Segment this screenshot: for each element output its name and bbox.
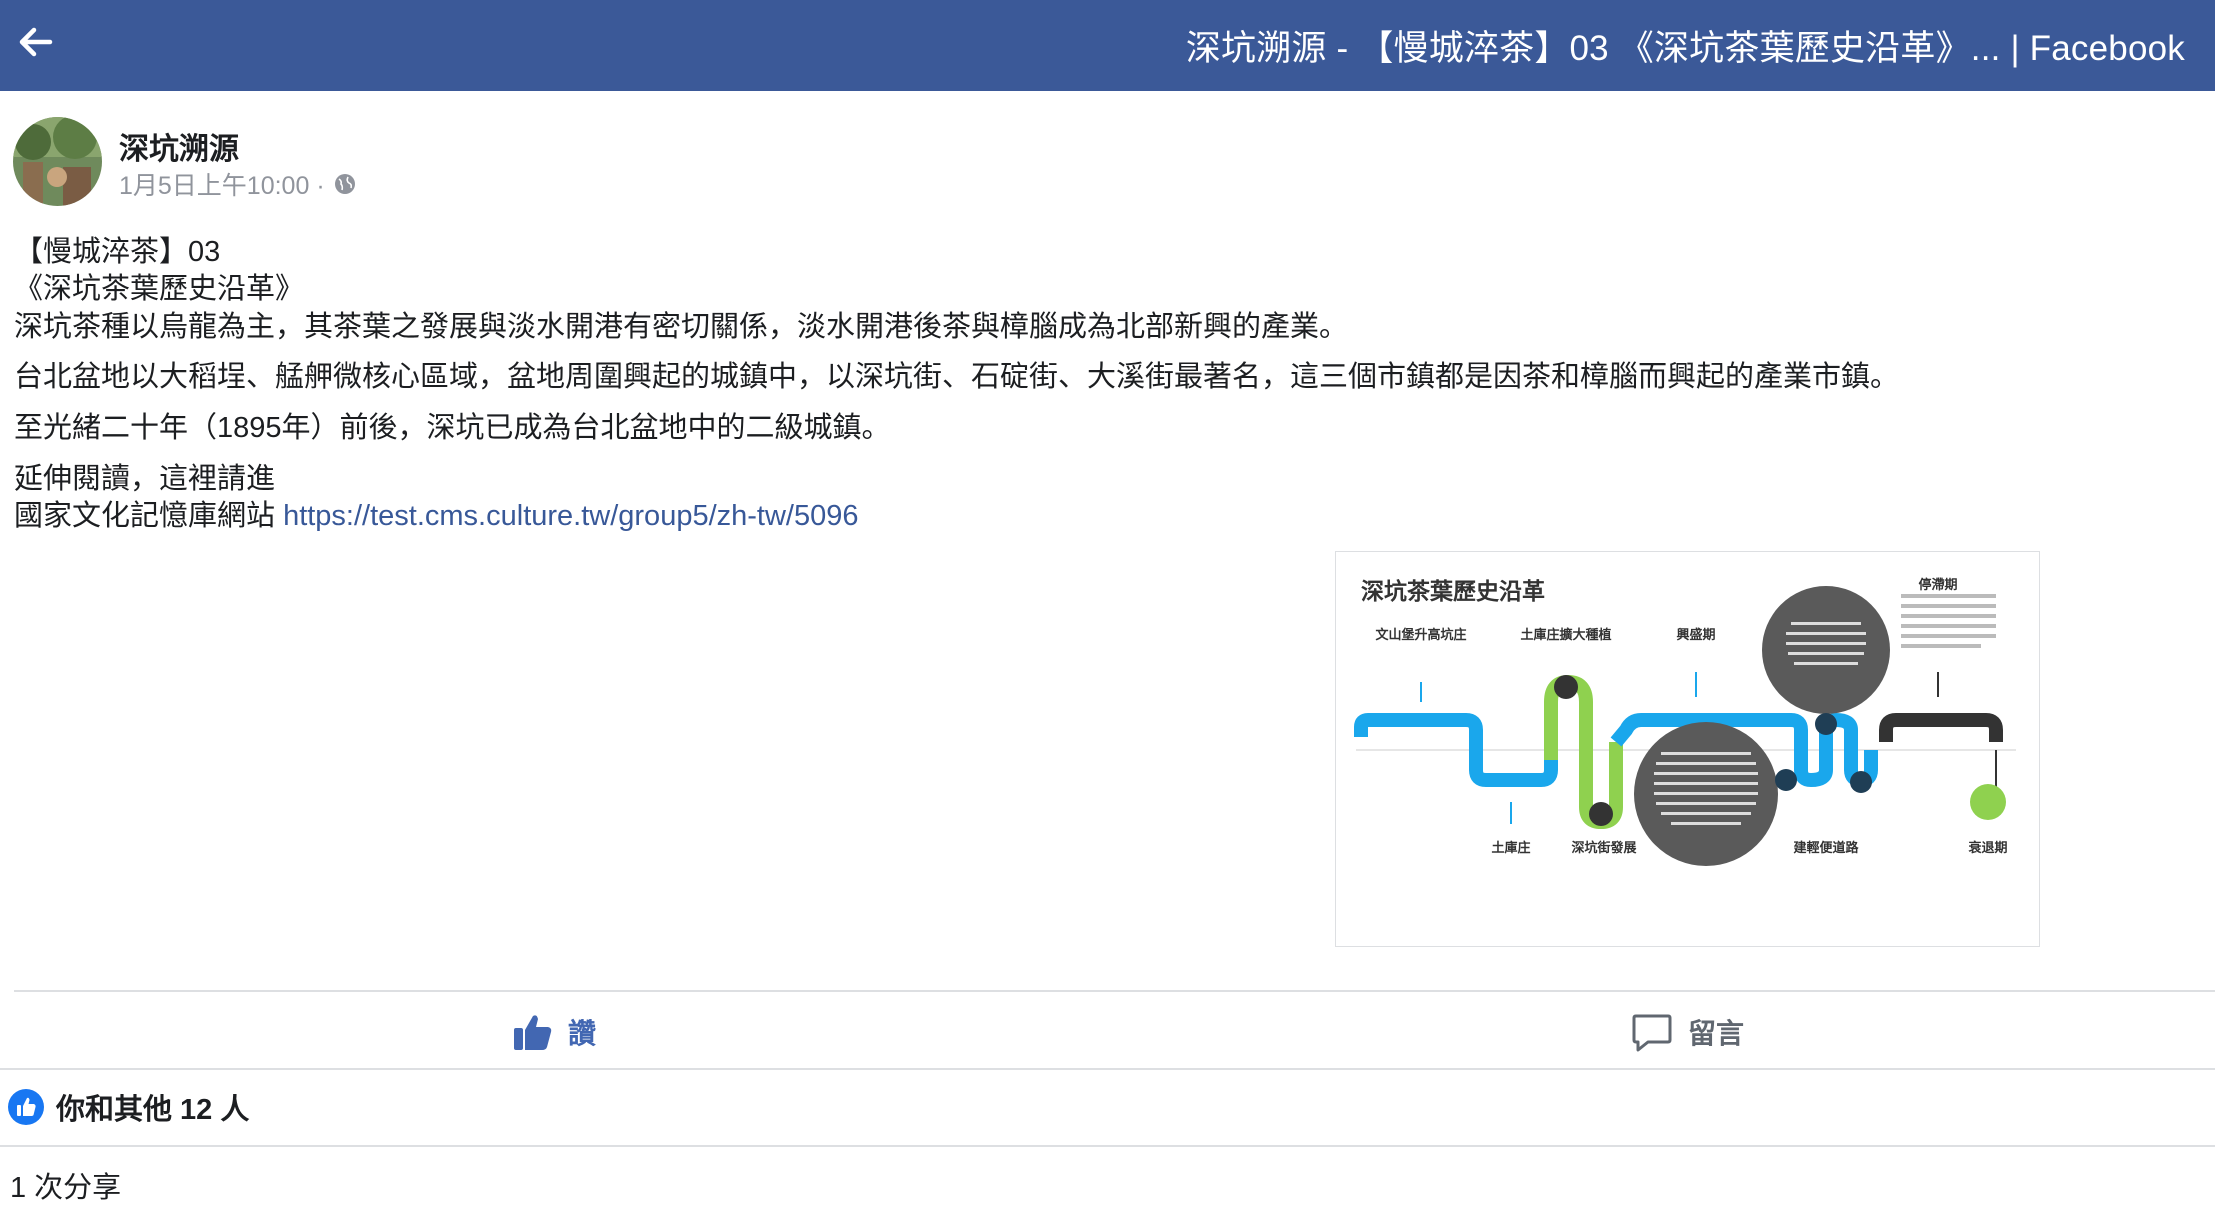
- post-link-line: 國家文化記憶庫網站 https://test.cms.culture.tw/gr…: [14, 492, 859, 534]
- post-meta: 1月5日上午10:00 ·: [119, 166, 357, 202]
- post-line: 延伸閱讀，這裡請進: [14, 463, 276, 495]
- globe-icon[interactable]: [333, 172, 357, 196]
- reactions-text: 你和其他 12 人: [56, 1094, 250, 1126]
- post-author[interactable]: 深坑溯源: [119, 124, 239, 168]
- post-line: 【慢城淬茶】03: [14, 236, 221, 268]
- post-line: 台北盆地以大稻埕、艋舺微核心區域，盆地周圍興起的城鎮中，以深坑街、石碇街、大溪街…: [14, 361, 1900, 393]
- like-reaction-icon: [8, 1089, 44, 1125]
- arrow-left-icon: [19, 27, 53, 57]
- divider: [0, 1068, 2215, 1070]
- divider: [14, 990, 2215, 992]
- infographic-label: 土庫庄: [1491, 840, 1531, 855]
- infographic-label: 興盛期: [1676, 627, 1716, 642]
- like-label: 讚: [568, 1018, 597, 1049]
- post-line: 深坑茶種以烏龍為主，其茶葉之發展與淡水開港有密切關係，淡水開港後茶與樟腦成為北部…: [14, 311, 1349, 343]
- comment-label: 留言: [1688, 1018, 1745, 1049]
- back-button[interactable]: [14, 20, 58, 64]
- reactions-summary[interactable]: 你和其他 12 人: [8, 1086, 249, 1128]
- comment-button[interactable]: 留言: [1630, 1010, 1744, 1054]
- post-image-infographic[interactable]: 深坑茶葉歷史沿革 文山堡升高坑庄 土庫庄擴大種植 興盛期 停滯期 土庫庄 深坑街…: [1335, 551, 2040, 947]
- post-line: 至光緒二十年（1895年）前後，深坑已成為台北盆地中的二級城鎮。: [14, 412, 891, 444]
- external-link[interactable]: https://test.cms.culture.tw/group5/zh-tw…: [283, 500, 858, 532]
- comment-icon: [1632, 1014, 1672, 1052]
- infographic-label: 停滯期: [1918, 577, 1958, 592]
- post-timestamp[interactable]: 1月5日上午10:00 ·: [119, 166, 325, 202]
- infographic-label: 衰退期: [1968, 840, 2008, 855]
- infographic-title: 深坑茶葉歷史沿革: [1361, 578, 1545, 604]
- link-prefix: 國家文化記憶庫網站: [14, 500, 284, 532]
- like-button[interactable]: 讚: [510, 1010, 596, 1054]
- shares-count[interactable]: 1 次分享: [10, 1164, 121, 1206]
- thumbs-up-icon: [514, 1015, 552, 1050]
- infographic-label: 文山堡升高坑庄: [1375, 627, 1467, 642]
- divider: [0, 1145, 2215, 1147]
- window-title: 深坑溯源 - 【慢城淬茶】03 《深坑茶葉歷史沿革》... | Facebook: [1185, 29, 2185, 68]
- top-bar: 深坑溯源 - 【慢城淬茶】03 《深坑茶葉歷史沿革》... | Facebook: [0, 0, 2215, 91]
- infographic-label: 建輕便道路: [1793, 840, 1859, 855]
- timeline-graphic: [1354, 586, 2016, 866]
- post-line: 《深坑茶葉歷史沿革》: [14, 273, 305, 305]
- avatar[interactable]: [13, 117, 102, 206]
- infographic-label: 土庫庄擴大種植: [1520, 627, 1612, 642]
- infographic-label: 深坑街發展: [1571, 840, 1637, 855]
